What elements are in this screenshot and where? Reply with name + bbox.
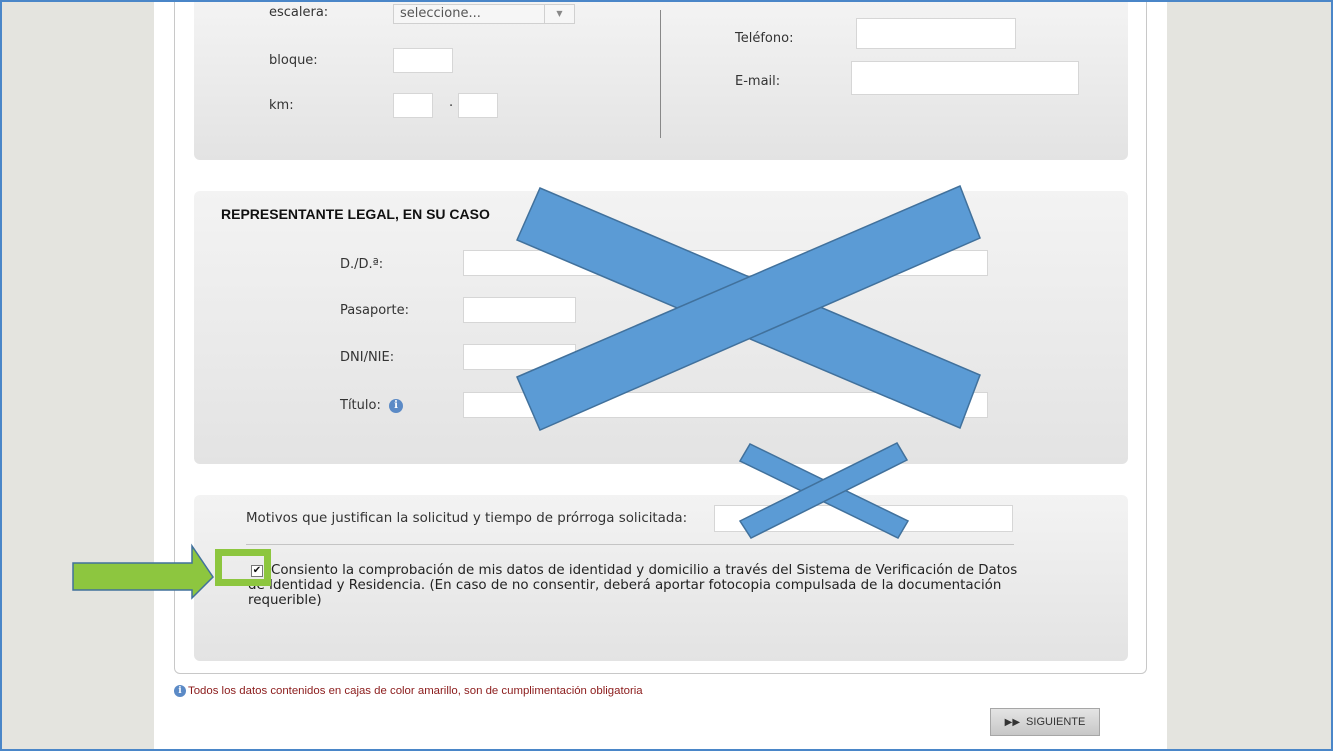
next-button-label: SIGUIENTE bbox=[1026, 716, 1086, 728]
representante-panel bbox=[194, 191, 1128, 464]
pasaporte-label: Pasaporte: bbox=[340, 303, 409, 318]
bloque-input[interactable] bbox=[393, 48, 453, 73]
km-label: km: bbox=[269, 98, 294, 113]
motivos-input[interactable] bbox=[714, 505, 1013, 532]
dd-input[interactable] bbox=[463, 250, 988, 276]
telefono-label: Teléfono: bbox=[735, 31, 794, 46]
double-chevron-right-icon: ▶▶ bbox=[1004, 717, 1021, 728]
email-input[interactable] bbox=[851, 61, 1079, 95]
km-separator: . bbox=[449, 95, 454, 110]
motivos-label: Motivos que justifican la solicitud y ti… bbox=[246, 511, 688, 526]
required-fields-note: i Todos los datos contenidos en cajas de … bbox=[174, 685, 643, 697]
escalera-label: escalera: bbox=[269, 5, 329, 20]
required-fields-note-text: Todos los datos contenidos en cajas de c… bbox=[188, 685, 643, 698]
km-input-2[interactable] bbox=[458, 93, 498, 118]
consent-text: Consiento la comprobación de mis datos d… bbox=[248, 563, 1018, 608]
email-label: E-mail: bbox=[735, 74, 781, 89]
dd-label: D./D.ª: bbox=[340, 257, 384, 272]
escalera-select-value: seleccione... bbox=[400, 6, 481, 21]
next-button[interactable]: ▶▶ SIGUIENTE bbox=[990, 708, 1100, 736]
chevron-down-icon: ▼ bbox=[544, 5, 574, 23]
km-input-1[interactable] bbox=[393, 93, 433, 118]
section-divider bbox=[246, 544, 1014, 545]
highlight-box bbox=[215, 549, 271, 586]
info-icon[interactable]: i bbox=[389, 399, 403, 413]
info-icon: i bbox=[174, 685, 186, 697]
dni-label: DNI/NIE: bbox=[340, 350, 395, 365]
pasaporte-input[interactable] bbox=[463, 297, 576, 323]
representante-title: REPRESENTANTE LEGAL, EN SU CASO bbox=[221, 206, 490, 222]
dni-input[interactable] bbox=[463, 344, 576, 370]
titulo-label: Título: bbox=[340, 398, 381, 413]
column-divider bbox=[660, 10, 661, 138]
titulo-input[interactable] bbox=[463, 392, 988, 418]
bloque-label: bloque: bbox=[269, 53, 318, 68]
escalera-select[interactable]: seleccione... ▼ bbox=[393, 4, 575, 24]
telefono-input[interactable] bbox=[856, 18, 1016, 49]
